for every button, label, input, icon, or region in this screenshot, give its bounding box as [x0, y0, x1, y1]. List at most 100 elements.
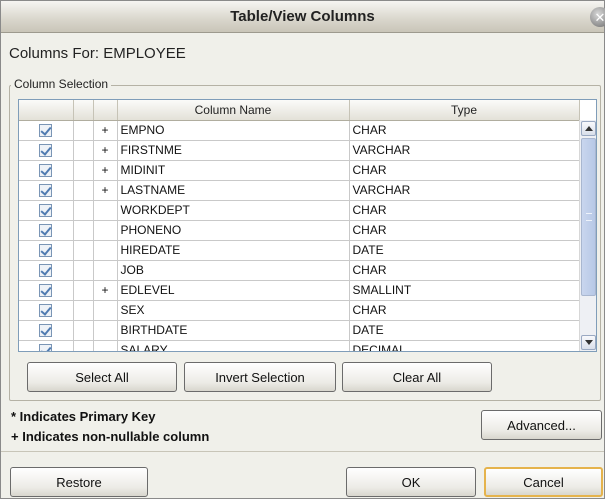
header-column-name[interactable]: Column Name	[117, 100, 350, 121]
non-nullable-mark: +	[93, 160, 118, 181]
type-cell: CHAR	[349, 260, 580, 281]
include-checkbox[interactable]	[39, 224, 53, 238]
vertical-scrollbar[interactable]	[579, 120, 596, 351]
type-cell: SMALLINT	[349, 280, 580, 301]
scroll-up-icon[interactable]	[581, 121, 596, 136]
invert-selection-button[interactable]: Invert Selection	[184, 362, 336, 392]
non-nullable-mark	[93, 200, 118, 221]
columns-for-label: Columns For: EMPLOYEE	[9, 45, 186, 62]
advanced-button[interactable]: Advanced...	[481, 410, 602, 440]
include-checkbox[interactable]	[39, 184, 53, 198]
include-cell	[19, 120, 74, 141]
column-name-cell: HIREDATE	[117, 240, 350, 261]
table-header-row: Column Name Type	[19, 100, 580, 121]
include-checkbox[interactable]	[39, 284, 53, 298]
include-cell	[19, 260, 74, 281]
select-all-button[interactable]: Select All	[27, 362, 177, 392]
include-checkbox[interactable]	[39, 164, 53, 178]
primary-key-mark	[73, 180, 94, 201]
include-cell	[19, 200, 74, 221]
column-name-cell: BIRTHDATE	[117, 320, 350, 341]
include-checkbox[interactable]	[39, 344, 53, 351]
type-cell: DATE	[349, 240, 580, 261]
columns-table: Column Name Type + EMPNO CHAR + FIRSTNME VARC…	[18, 99, 597, 352]
window-title: Table/View Columns	[230, 8, 375, 25]
include-cell	[19, 240, 74, 261]
title-bar[interactable]: Table/View Columns ✕	[1, 1, 605, 33]
type-cell: CHAR	[349, 200, 580, 221]
include-cell	[19, 280, 74, 301]
column-name-cell: SALARY	[117, 340, 350, 351]
include-checkbox[interactable]	[39, 264, 53, 278]
primary-key-mark	[73, 120, 94, 141]
type-cell: DECIMAL	[349, 340, 580, 351]
primary-key-mark	[73, 300, 94, 321]
primary-key-mark	[73, 260, 94, 281]
non-nullable-mark	[93, 320, 118, 341]
include-checkbox[interactable]	[39, 304, 53, 318]
primary-key-mark	[73, 140, 94, 161]
type-cell: CHAR	[349, 120, 580, 141]
table-row[interactable]: SALARY DECIMAL	[19, 340, 580, 351]
include-cell	[19, 220, 74, 241]
table-view-columns-dialog: Table/View Columns ✕ Columns For: EMPLOY…	[0, 0, 605, 499]
non-nullable-mark	[93, 260, 118, 281]
column-name-cell: LASTNAME	[117, 180, 350, 201]
header-non-nullable[interactable]	[93, 100, 118, 121]
column-name-cell: SEX	[117, 300, 350, 321]
column-name-cell: WORKDEPT	[117, 200, 350, 221]
footer-divider	[1, 451, 604, 452]
column-name-cell: FIRSTNME	[117, 140, 350, 161]
table-row[interactable]: + MIDINIT CHAR	[19, 160, 580, 181]
non-nullable-legend: + Indicates non-nullable column	[11, 429, 210, 444]
columns-grid: Column Name Type + EMPNO CHAR + FIRSTNME VARC…	[19, 100, 580, 351]
non-nullable-mark: +	[93, 180, 118, 201]
ok-button[interactable]: OK	[346, 467, 476, 497]
include-cell	[19, 340, 74, 351]
include-cell	[19, 180, 74, 201]
scrollbar-thumb[interactable]	[581, 138, 596, 296]
primary-key-mark	[73, 200, 94, 221]
include-cell	[19, 320, 74, 341]
type-cell: CHAR	[349, 300, 580, 321]
clear-all-button[interactable]: Clear All	[342, 362, 492, 392]
table-row[interactable]: + FIRSTNME VARCHAR	[19, 140, 580, 161]
non-nullable-mark: +	[93, 140, 118, 161]
primary-key-mark	[73, 320, 94, 341]
non-nullable-mark	[93, 220, 118, 241]
table-row[interactable]: WORKDEPT CHAR	[19, 200, 580, 221]
table-row[interactable]: JOB CHAR	[19, 260, 580, 281]
table-row[interactable]: PHONENO CHAR	[19, 220, 580, 241]
include-cell	[19, 300, 74, 321]
include-checkbox[interactable]	[39, 144, 53, 158]
primary-key-mark	[73, 220, 94, 241]
table-row[interactable]: + EDLEVEL SMALLINT	[19, 280, 580, 301]
close-icon[interactable]: ✕	[590, 7, 605, 27]
column-name-cell: JOB	[117, 260, 350, 281]
non-nullable-mark	[93, 240, 118, 261]
column-name-cell: MIDINIT	[117, 160, 350, 181]
primary-key-legend: * Indicates Primary Key	[11, 409, 156, 424]
include-checkbox[interactable]	[39, 324, 53, 338]
table-row[interactable]: SEX CHAR	[19, 300, 580, 321]
type-cell: DATE	[349, 320, 580, 341]
cancel-button[interactable]: Cancel	[484, 467, 603, 497]
include-checkbox[interactable]	[39, 244, 53, 258]
include-checkbox[interactable]	[39, 124, 53, 138]
restore-button[interactable]: Restore	[10, 467, 148, 497]
type-cell: VARCHAR	[349, 140, 580, 161]
header-primary-key[interactable]	[73, 100, 94, 121]
column-selection-legend: Column Selection	[11, 77, 112, 91]
table-row[interactable]: HIREDATE DATE	[19, 240, 580, 261]
table-row[interactable]: BIRTHDATE DATE	[19, 320, 580, 341]
scroll-down-icon[interactable]	[581, 335, 596, 350]
non-nullable-mark	[93, 340, 118, 351]
include-checkbox[interactable]	[39, 204, 53, 218]
table-row[interactable]: + LASTNAME VARCHAR	[19, 180, 580, 201]
table-row[interactable]: + EMPNO CHAR	[19, 120, 580, 141]
header-include[interactable]	[19, 100, 74, 121]
header-type[interactable]: Type	[349, 100, 580, 121]
type-cell: CHAR	[349, 160, 580, 181]
column-name-cell: EMPNO	[117, 120, 350, 141]
type-cell: CHAR	[349, 220, 580, 241]
